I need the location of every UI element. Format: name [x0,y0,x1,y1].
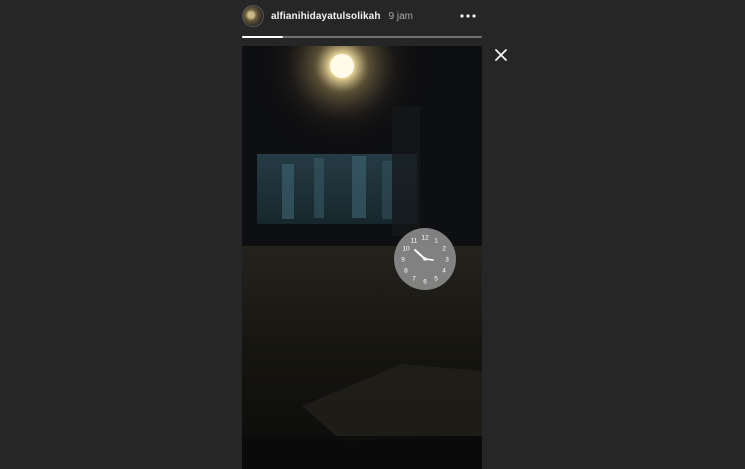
clock-numeral: 9 [401,256,405,263]
clock-numeral: 1 [434,237,438,244]
clock-numeral: 8 [404,267,408,274]
clock-numeral: 12 [421,234,429,241]
story-timestamp: 9 jam [388,10,414,22]
close-button[interactable] [491,45,511,65]
username[interactable]: alfianihidayatulsolikah [271,11,381,22]
clock-numeral: 4 [442,267,446,274]
story-header: alfianihidayatulsolikah 9 jam [242,4,482,28]
story-viewer: alfianihidayatulsolikah 9 jam 12 1 2 3 4… [0,0,745,469]
avatar[interactable] [242,5,264,27]
more-options-button[interactable] [458,6,478,26]
more-horizontal-icon [460,14,476,18]
clock-sticker[interactable]: 12 1 2 3 4 5 6 7 8 9 10 11 [393,227,457,291]
close-icon [495,49,507,61]
clock-numeral: 7 [412,275,416,282]
clock-numeral: 11 [411,237,418,244]
clock-numeral: 6 [423,278,427,285]
story-progress-fill [242,36,283,38]
clock-numeral: 10 [402,245,410,252]
story-progress-bar [242,36,482,38]
clock-numeral: 2 [442,245,446,252]
clock-numeral: 5 [434,275,438,282]
clock-numeral: 3 [445,256,449,263]
clock-icon: 12 12 3 45678 9 1011 [394,228,456,290]
